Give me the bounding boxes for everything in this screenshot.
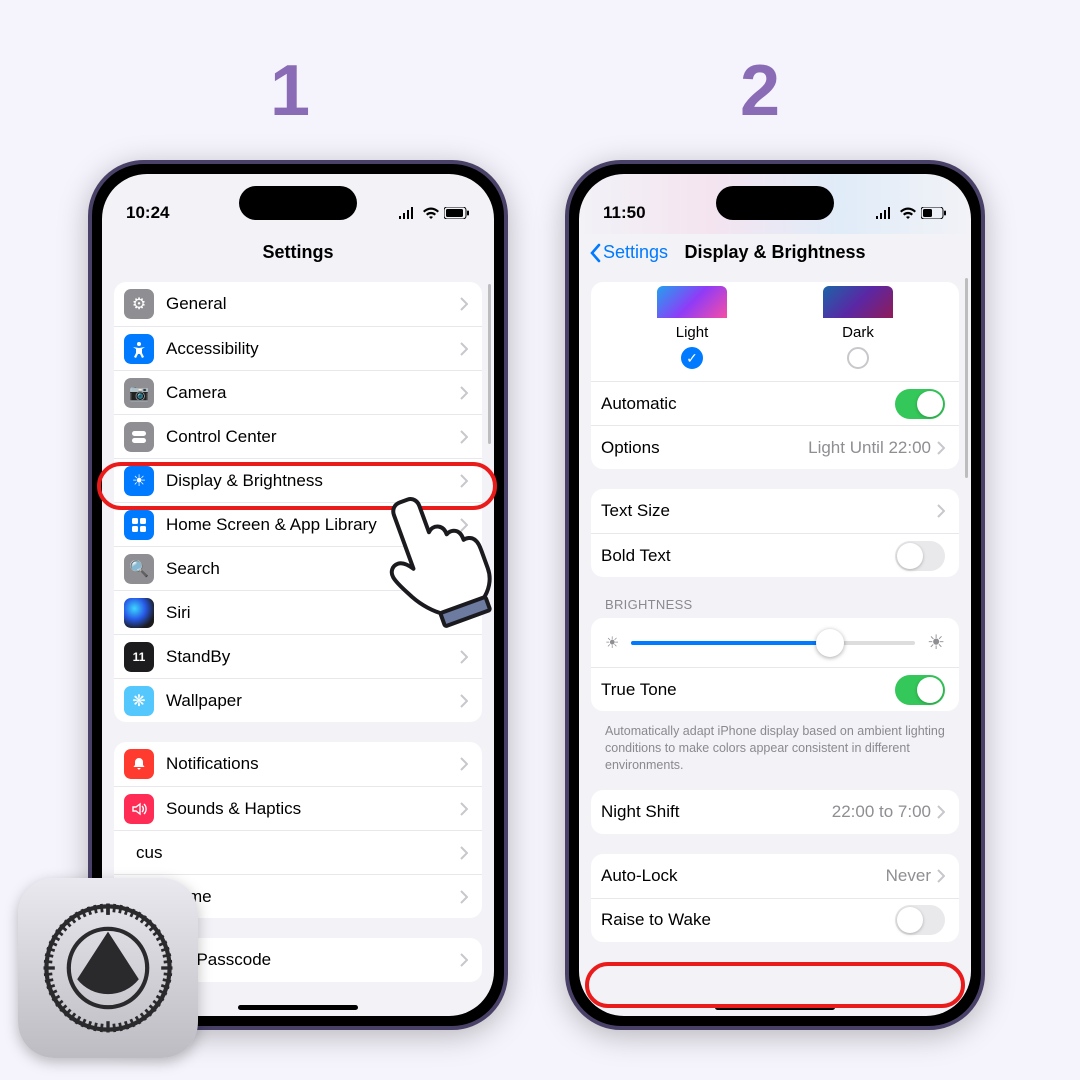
speaker-icon: [124, 794, 154, 824]
night-shift-group: Night Shift22:00 to 7:00: [591, 790, 959, 834]
chevron-right-icon: [460, 890, 468, 904]
row-focus[interactable]: cus: [114, 830, 482, 874]
chevron-right-icon: [937, 805, 945, 819]
toggle-automatic[interactable]: [895, 389, 945, 419]
row-notifications[interactable]: Notifications: [114, 742, 482, 786]
toggle-bold-text[interactable]: [895, 541, 945, 571]
row-auto-lock[interactable]: Auto-LockNever: [591, 854, 959, 898]
chevron-right-icon: [460, 386, 468, 400]
row-raise-to-wake[interactable]: Raise to Wake: [591, 898, 959, 942]
row-sounds[interactable]: Sounds & Haptics: [114, 786, 482, 830]
navbar: Settings Display & Brightness: [579, 232, 971, 274]
accessibility-icon: [124, 334, 154, 364]
home-indicator[interactable]: [715, 1005, 835, 1010]
home-indicator[interactable]: [238, 1005, 358, 1010]
dynamic-island: [239, 186, 357, 220]
page-title: Settings: [262, 242, 333, 263]
gear-large-icon: [38, 898, 178, 1038]
row-camera[interactable]: 📷Camera: [114, 370, 482, 414]
search-icon: 🔍: [124, 554, 154, 584]
row-general[interactable]: ⚙General: [114, 282, 482, 326]
chevron-left-icon: [589, 243, 601, 263]
toggle-true-tone[interactable]: [895, 675, 945, 705]
sun-small-icon: ☀: [605, 633, 619, 653]
brightness-header: BRIGHTNESS: [591, 597, 959, 618]
settings-app-icon: [18, 878, 198, 1058]
navbar: Settings: [102, 232, 494, 274]
row-accessibility[interactable]: Accessibility: [114, 326, 482, 370]
clock-icon: 11: [124, 642, 154, 672]
row-options[interactable]: OptionsLight Until 22:00: [591, 425, 959, 469]
checkmark-icon: ✓: [681, 347, 703, 369]
step-number-1: 1: [270, 50, 310, 132]
back-button[interactable]: Settings: [589, 242, 668, 263]
chevron-right-icon: [460, 430, 468, 444]
row-automatic[interactable]: Automatic: [591, 381, 959, 425]
chevron-right-icon: [460, 846, 468, 860]
row-wallpaper[interactable]: ❋Wallpaper: [114, 678, 482, 722]
chevron-right-icon: [937, 441, 945, 455]
dynamic-island: [716, 186, 834, 220]
chevron-right-icon: [937, 869, 945, 883]
row-control-center[interactable]: Control Center: [114, 414, 482, 458]
wifi-icon: [422, 207, 440, 219]
step-number-2: 2: [740, 50, 780, 132]
row-text-size[interactable]: Text Size: [591, 489, 959, 533]
camera-icon: 📷: [124, 378, 154, 408]
chevron-right-icon: [460, 694, 468, 708]
scroll-indicator[interactable]: [965, 278, 968, 478]
scroll-indicator[interactable]: [488, 284, 491, 444]
status-time: 10:24: [126, 203, 169, 223]
grid-icon: [124, 510, 154, 540]
brightness-slider[interactable]: [631, 641, 915, 645]
gear-icon: ⚙: [124, 289, 154, 319]
bell-icon: [124, 749, 154, 779]
appearance-light-option[interactable]: Light ✓: [657, 286, 727, 369]
chevron-right-icon: [937, 504, 945, 518]
chevron-right-icon: [460, 953, 468, 967]
signal-icon: [875, 207, 895, 219]
sun-large-icon: ☀: [927, 630, 945, 655]
true-tone-footer: Automatically adapt iPhone display based…: [591, 717, 959, 774]
siri-icon: [124, 598, 154, 628]
chevron-right-icon: [460, 297, 468, 311]
appearance-dark-option[interactable]: Dark: [823, 286, 893, 369]
flower-icon: ❋: [124, 686, 154, 716]
brightness-group: ☀ ☀ True Tone: [591, 618, 959, 711]
chevron-right-icon: [460, 650, 468, 664]
chevron-right-icon: [460, 342, 468, 356]
wake-group: Auto-LockNever Raise to Wake: [591, 854, 959, 942]
chevron-right-icon: [460, 802, 468, 816]
pointer-hand-icon: [380, 478, 510, 628]
wifi-icon: [899, 207, 917, 219]
signal-icon: [398, 207, 418, 219]
brightness-icon: ☀: [124, 466, 154, 496]
status-time: 11:50: [603, 203, 646, 223]
row-bold-text[interactable]: Bold Text: [591, 533, 959, 577]
toggle-raise-to-wake[interactable]: [895, 905, 945, 935]
row-standby[interactable]: 11StandBy: [114, 634, 482, 678]
text-group: Text Size Bold Text: [591, 489, 959, 577]
appearance-group: Light ✓ Dark Automatic OptionsLight Unti…: [591, 282, 959, 469]
light-thumbnail: [657, 286, 727, 318]
page-title: Display & Brightness: [684, 242, 865, 263]
iphone-frame-2: 11:50 Settings Display & Brightness: [565, 160, 985, 1030]
dark-thumbnail: [823, 286, 893, 318]
chevron-right-icon: [460, 757, 468, 771]
radio-unchecked-icon: [847, 347, 869, 369]
battery-icon: [444, 207, 470, 219]
row-night-shift[interactable]: Night Shift22:00 to 7:00: [591, 790, 959, 834]
brightness-slider-row: ☀ ☀: [591, 618, 959, 667]
row-true-tone[interactable]: True Tone: [591, 667, 959, 711]
battery-icon: [921, 207, 947, 219]
switches-icon: [124, 422, 154, 452]
